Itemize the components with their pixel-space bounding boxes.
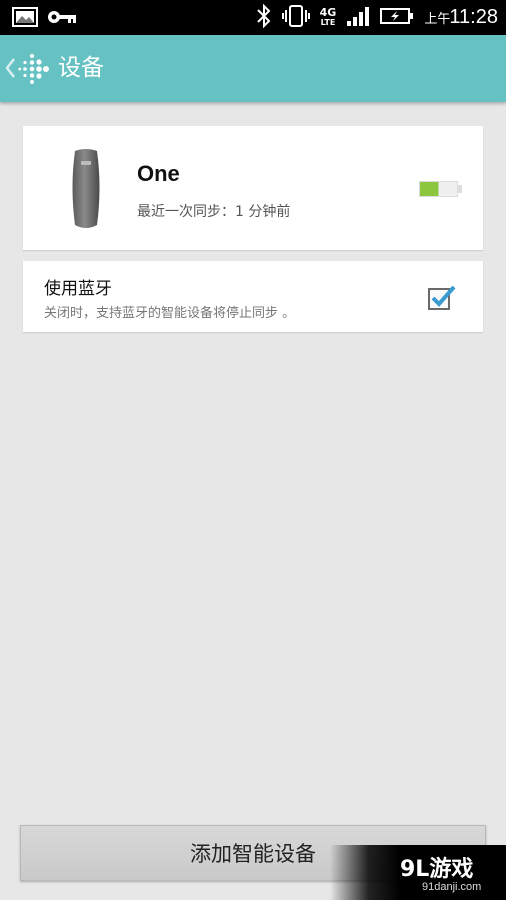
last-sync-text: 最近一次同步：1 分钟前 [137, 204, 291, 220]
network-type: 4G LTE [319, 5, 337, 27]
device-card[interactable]: One 最近一次同步：1 分钟前 [23, 126, 483, 250]
bluetooth-description: 关闭时，支持蓝牙的智能设备将停止同步 。 [44, 306, 296, 321]
watermark: 9L游戏 91danji.com [330, 845, 506, 900]
image-icon [12, 7, 38, 31]
watermark-url: 91danji.com [422, 881, 482, 893]
screen: 4G LTE 上午 11:28 设备 One 最近一次同步：1 分钟前 使用蓝牙… [0, 0, 506, 900]
bluetooth-checkbox[interactable] [427, 283, 456, 311]
app-bar: 设备 [0, 35, 506, 102]
status-bar: 4G LTE 上午 11:28 [0, 0, 506, 35]
signal-icon [346, 5, 370, 31]
back-chevron-icon[interactable] [4, 57, 16, 83]
vibrate-icon [281, 4, 310, 32]
status-time: 11:28 [449, 6, 498, 28]
key-icon [46, 7, 78, 31]
fitbit-logo-icon[interactable] [18, 52, 50, 90]
checkbox-checked-icon [428, 285, 456, 310]
status-ampm: 上午 [424, 12, 451, 27]
battery-charging-icon [380, 6, 414, 30]
watermark-logo: 9L游戏 [400, 857, 474, 882]
page-title: 设备 [58, 55, 104, 81]
bluetooth-title: 使用蓝牙 [44, 279, 112, 299]
tracker-device-image [69, 147, 103, 235]
bluetooth-setting-row[interactable]: 使用蓝牙 关闭时，支持蓝牙的智能设备将停止同步 。 [23, 261, 483, 332]
battery-icon [419, 179, 463, 203]
device-name: One [137, 161, 180, 186]
bluetooth-icon [256, 3, 272, 32]
